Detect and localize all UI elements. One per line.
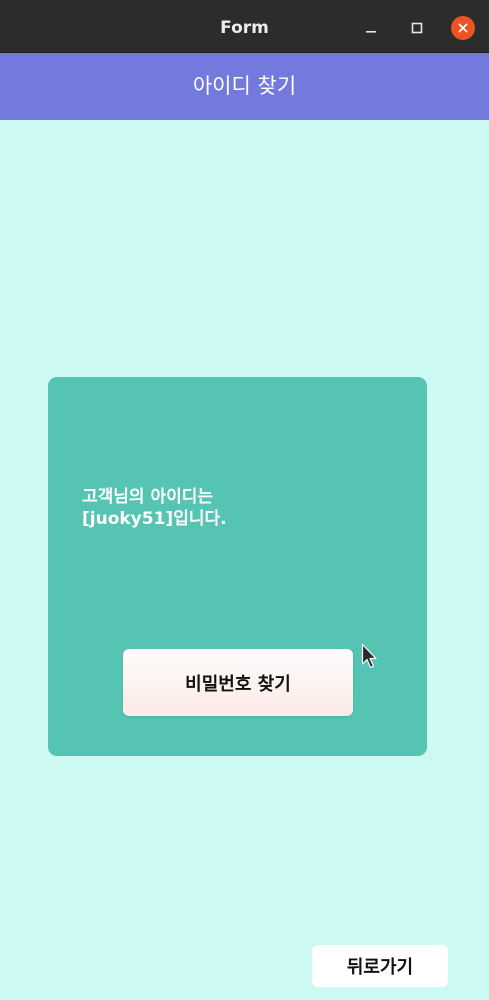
page-header: 아이디 찾기 — [0, 53, 489, 120]
find-password-button[interactable]: 비밀번호 찾기 — [123, 649, 353, 716]
window-titlebar: Form — [0, 0, 489, 53]
minimize-icon — [366, 31, 376, 33]
id-result-line-2: [juoky51]입니다. — [82, 509, 227, 529]
back-button[interactable]: 뒤로가기 — [312, 945, 448, 987]
mouse-pointer-icon — [361, 643, 377, 669]
close-button[interactable] — [451, 16, 475, 40]
page-title: 아이디 찾기 — [192, 74, 297, 98]
id-result-message: 고객님의 아이디는 [juoky51]입니다. — [82, 486, 402, 530]
id-result-card: 고객님의 아이디는 [juoky51]입니다. 비밀번호 찾기 — [48, 377, 427, 756]
id-result-line-1: 고객님의 아이디는 — [82, 487, 214, 507]
minimize-button[interactable] — [359, 16, 383, 40]
maximize-icon — [411, 22, 423, 34]
maximize-button[interactable] — [405, 16, 429, 40]
close-icon — [458, 23, 468, 33]
